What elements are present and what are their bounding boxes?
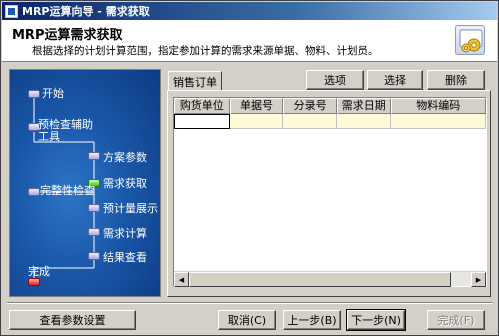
flow-label-calc: 需求计算	[103, 227, 147, 240]
table-row[interactable]	[174, 114, 486, 129]
footer-separator	[7, 302, 493, 304]
window-title: MRP运算向导 - 需求获取	[22, 5, 150, 18]
scroll-right-icon[interactable]: ▶	[471, 272, 486, 287]
flow-node-scheme-params	[88, 152, 100, 160]
back-button[interactable]: 上一步(B)	[283, 310, 341, 330]
flow-label-integrity: 完整性检查	[40, 184, 95, 197]
column-header-material-code[interactable]: 物料编码	[390, 98, 486, 114]
page-title: MRP运算需求获取	[12, 28, 123, 43]
flow-label-scheme-params: 方案参数	[103, 151, 147, 164]
page-description: 根据选择的计划计算范围，指定参加计算的需求来源单据、物料、计划员。	[32, 45, 379, 57]
scroll-left-icon[interactable]: ◀	[174, 272, 189, 287]
column-header-customer[interactable]: 购货单位	[174, 98, 230, 114]
flow-label-precheck-2: 工具	[38, 130, 60, 143]
flow-label-finish: 完成	[28, 265, 50, 278]
scrollbar-thumb[interactable]	[189, 272, 451, 287]
title-bar: MRP运算向导 - 需求获取	[2, 2, 497, 20]
flow-node-finish	[28, 278, 40, 286]
view-params-button[interactable]: 查看参数设置	[9, 310, 136, 330]
flow-label-demand: 需求获取	[103, 177, 147, 190]
wizard-window: MRP运算向导 - 需求获取 MRP运算需求获取 根据选择的计划计算范围，指定参…	[0, 0, 499, 336]
grid-header: 购货单位 单据号 分录号 需求日期 物料编码	[174, 98, 486, 114]
finish-button: 完成(F)	[427, 310, 485, 330]
flow-node-start	[28, 90, 40, 98]
flow-label-results: 结果查看	[103, 251, 147, 264]
select-button[interactable]: 选择	[367, 70, 423, 90]
horizontal-scrollbar[interactable]: ◀ ▶	[174, 271, 486, 287]
delete-button[interactable]: 删除	[427, 70, 485, 90]
table-cell[interactable]	[283, 114, 337, 129]
wizard-flow-panel: 开始 预检查辅助 工具 方案参数 需求获取 完整性检查 预计量展示 需求计算 结…	[9, 69, 161, 297]
table-cell[interactable]	[229, 114, 284, 129]
flow-node-results	[88, 252, 100, 260]
flow-label-start: 开始	[42, 87, 64, 100]
tab-sales-order[interactable]: 销售订单	[168, 71, 222, 91]
column-header-demand-date[interactable]: 需求日期	[336, 98, 391, 114]
table-cell[interactable]	[174, 114, 230, 129]
flow-node-calc	[88, 228, 100, 236]
next-button[interactable]: 下一步(N)	[346, 309, 406, 331]
column-header-doc-no[interactable]: 单据号	[229, 98, 284, 114]
flow-node-integrity	[28, 188, 40, 196]
app-icon	[5, 4, 18, 18]
table-cell[interactable]	[336, 114, 391, 129]
cancel-button[interactable]: 取消(C)	[218, 310, 276, 330]
flow-node-forecast	[88, 204, 100, 212]
header-panel: MRP运算需求获取 根据选择的计划计算范围，指定参加计算的需求来源单据、物料、计…	[2, 20, 497, 62]
gear-icon	[455, 25, 485, 55]
table-cell[interactable]	[390, 114, 486, 129]
column-header-entry-no[interactable]: 分录号	[283, 98, 337, 114]
flow-label-forecast: 预计量展示	[103, 202, 158, 215]
options-button[interactable]: 选项	[306, 70, 364, 90]
demand-grid[interactable]: 购货单位 单据号 分录号 需求日期 物料编码	[173, 97, 487, 287]
